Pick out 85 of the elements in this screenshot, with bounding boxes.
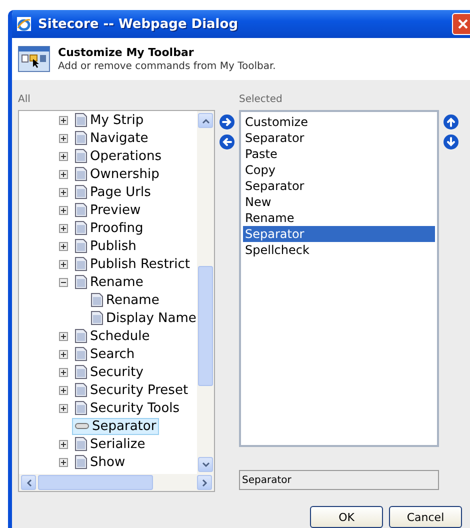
document-icon	[75, 149, 87, 163]
caret-right-icon[interactable]	[202, 478, 208, 486]
caret-left-icon[interactable]	[26, 478, 32, 486]
name-field[interactable]: Separator	[239, 470, 439, 490]
tree-item[interactable]: Preview	[90, 202, 141, 218]
document-icon	[75, 455, 87, 469]
tree-item[interactable]: Display Name	[106, 310, 196, 326]
plus-icon[interactable]	[59, 116, 68, 124]
selected-label: Selected	[239, 94, 284, 106]
dialog-description: Add or remove commands from My Toolbar.	[58, 61, 276, 72]
list-item[interactable]: Spellcheck	[243, 242, 435, 258]
plus-icon[interactable]	[59, 242, 68, 250]
document-icon	[75, 401, 87, 415]
browser-icon	[16, 16, 32, 32]
document-icon	[75, 185, 87, 199]
document-icon	[75, 113, 87, 127]
plus-icon[interactable]	[59, 332, 68, 340]
tree-item[interactable]: Search	[90, 346, 135, 362]
document-icon	[75, 257, 87, 271]
list-item[interactable]: Customize	[243, 114, 435, 130]
vertical-scrollbar[interactable]	[197, 111, 214, 474]
document-icon	[75, 365, 87, 379]
list-item[interactable]: Separator	[243, 178, 435, 194]
document-icon	[75, 329, 87, 343]
move-up-icon[interactable]	[443, 114, 459, 130]
document-icon	[75, 275, 87, 289]
tree-item[interactable]: Show	[90, 454, 126, 470]
tree-item[interactable]: Ownership	[90, 166, 160, 182]
separator-icon	[75, 423, 89, 429]
list-item[interactable]: Paste	[243, 146, 435, 162]
tree-item[interactable]: Schedule	[90, 328, 150, 344]
tree-item[interactable]: Navigate	[90, 130, 148, 146]
plus-icon[interactable]	[59, 350, 68, 358]
plus-icon[interactable]	[59, 368, 68, 376]
list-item[interactable]: Separator	[243, 130, 435, 146]
toolbar-icon	[18, 46, 50, 72]
list-item[interactable]: Separator	[243, 226, 435, 242]
list-item[interactable]: New	[243, 194, 435, 210]
plus-icon[interactable]	[59, 440, 68, 448]
document-icon	[75, 347, 87, 361]
tree-item[interactable]: My Strip	[90, 112, 144, 128]
document-icon	[75, 203, 87, 217]
horizontal-scrollbar[interactable]	[19, 474, 214, 491]
dialog-heading: Customize My Toolbar	[58, 46, 195, 59]
tree-item[interactable]: Security Tools	[90, 400, 180, 416]
plus-icon[interactable]	[59, 170, 68, 178]
all-label: All	[18, 94, 32, 106]
tree-item[interactable]: Serialize	[90, 436, 146, 452]
document-icon	[75, 167, 87, 181]
document-icon	[75, 383, 87, 397]
document-icon	[75, 437, 87, 451]
document-icon	[91, 293, 103, 307]
tree-item[interactable]: Page Urls	[90, 184, 151, 200]
document-icon	[75, 221, 87, 235]
list-item[interactable]: Copy	[243, 162, 435, 178]
tree-item[interactable]: Rename	[106, 292, 160, 308]
list-item[interactable]: Rename	[243, 210, 435, 226]
plus-icon[interactable]	[59, 260, 68, 268]
move-down-icon[interactable]	[443, 134, 459, 150]
tree-item[interactable]: Rename	[90, 274, 144, 290]
plus-icon[interactable]	[59, 458, 68, 466]
minus-icon[interactable]	[59, 278, 68, 286]
plus-icon[interactable]	[59, 386, 68, 394]
close-button[interactable]	[452, 13, 470, 35]
plus-icon[interactable]	[59, 188, 68, 196]
close-icon	[457, 18, 469, 30]
tree-item[interactable]: Security Preset	[90, 382, 188, 398]
tree-item[interactable]: Proofing	[90, 220, 144, 236]
tree-item[interactable]: Publish Restrict	[90, 256, 190, 272]
cancel-button[interactable]: Cancel	[389, 506, 462, 528]
ok-button[interactable]: OK	[310, 506, 383, 528]
caret-up-icon[interactable]	[202, 118, 210, 124]
document-icon	[75, 131, 87, 145]
plus-icon[interactable]	[59, 224, 68, 232]
tree-item[interactable]: Publish	[90, 238, 136, 254]
plus-icon[interactable]	[59, 134, 68, 142]
tree-item[interactable]: Security	[90, 364, 144, 380]
tree-item[interactable]: Operations	[90, 148, 162, 164]
document-icon	[91, 311, 103, 325]
plus-icon[interactable]	[59, 404, 68, 412]
plus-icon[interactable]	[59, 152, 68, 160]
plus-icon[interactable]	[59, 206, 68, 214]
document-icon	[75, 239, 87, 253]
caret-down-icon[interactable]	[202, 462, 210, 468]
window-title: Sitecore -- Webpage Dialog	[38, 16, 239, 32]
